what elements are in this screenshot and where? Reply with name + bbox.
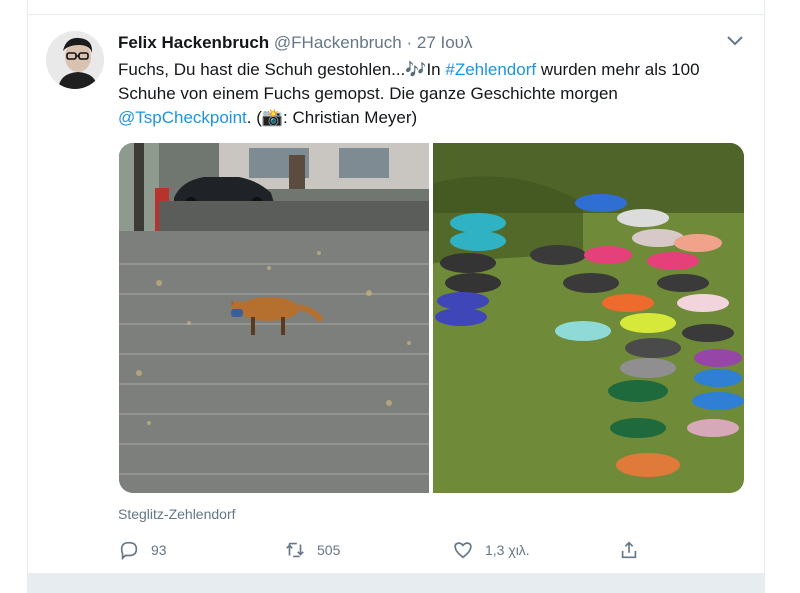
like-count: 1,3 χιλ. — [485, 542, 530, 558]
reply-button[interactable]: 93 — [118, 538, 167, 562]
like-button[interactable]: 1,3 χιλ. — [452, 538, 530, 562]
avatar[interactable] — [46, 31, 104, 89]
share-icon — [621, 541, 637, 559]
tweet-link[interactable]: #Zehlendorf — [445, 60, 536, 79]
tweet-link[interactable]: @TspCheckpoint — [118, 108, 247, 127]
author-handle[interactable]: @FHackenbruch — [274, 33, 402, 52]
divider — [28, 14, 764, 15]
chevron-down-icon[interactable] — [726, 34, 744, 48]
location-label[interactable]: Steglitz-Zehlendorf — [118, 506, 236, 522]
divider — [28, 573, 764, 593]
tweet-header: Felix Hackenbruch @FHackenbruch · 27 Ιου… — [118, 33, 472, 53]
fox-photo[interactable] — [119, 143, 429, 493]
retweet-button[interactable]: 505 — [284, 538, 340, 562]
author-name[interactable]: Felix Hackenbruch — [118, 33, 269, 52]
tweet-text: Fuchs, Du hast die Schuh gestohlen...🎶In… — [118, 58, 748, 130]
tweet-media[interactable] — [119, 143, 744, 493]
reply-icon — [120, 541, 138, 561]
timeline-column: Felix Hackenbruch @FHackenbruch · 27 Ιου… — [27, 0, 765, 593]
like-icon — [454, 542, 472, 559]
tweet-text-segment: . (📸: Christian Meyer) — [246, 108, 418, 127]
tweet-text-segment: Fuchs, Du hast die Schuh gestohlen...🎶In — [118, 60, 446, 79]
retweet-icon — [286, 542, 304, 558]
reply-count: 93 — [151, 542, 167, 558]
tweet-date[interactable]: 27 Ιουλ — [417, 33, 473, 52]
share-button[interactable] — [618, 538, 651, 562]
separator: · — [406, 33, 413, 52]
shoes-photo[interactable] — [433, 143, 744, 493]
retweet-count: 505 — [317, 542, 341, 558]
